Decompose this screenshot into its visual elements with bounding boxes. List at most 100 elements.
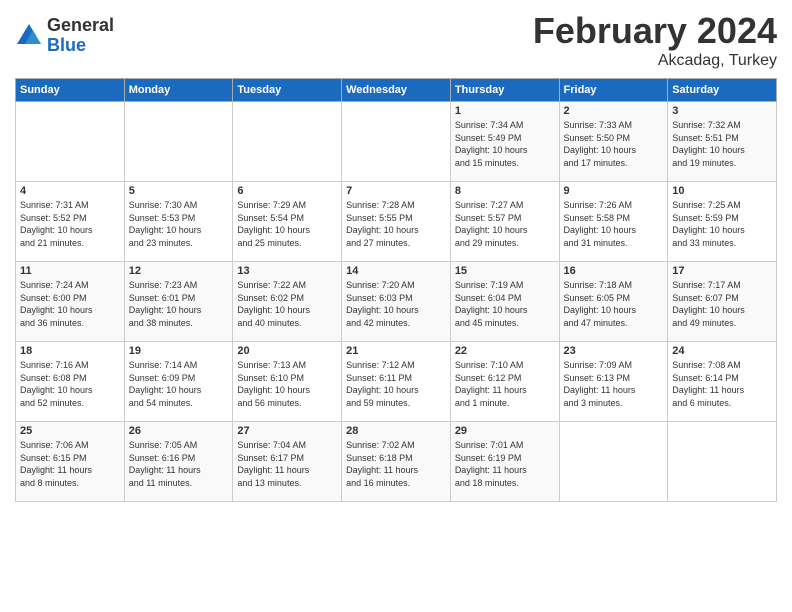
location: Akcadag, Turkey <box>533 52 777 70</box>
day-info: Sunrise: 7:32 AMSunset: 5:51 PMDaylight:… <box>672 119 772 169</box>
day-info: Sunrise: 7:34 AMSunset: 5:49 PMDaylight:… <box>455 119 555 169</box>
calendar-cell: 6 Sunrise: 7:29 AMSunset: 5:54 PMDaylight… <box>233 182 342 262</box>
week-row-2: 4 Sunrise: 7:31 AMSunset: 5:52 PMDaylight… <box>16 182 777 262</box>
day-info: Sunrise: 7:08 AMSunset: 6:14 PMDaylight:… <box>672 359 772 409</box>
calendar-cell <box>342 102 451 182</box>
day-info: Sunrise: 7:14 AMSunset: 6:09 PMDaylight:… <box>129 359 229 409</box>
day-info: Sunrise: 7:24 AMSunset: 6:00 PMDaylight:… <box>20 279 120 329</box>
calendar-cell: 20 Sunrise: 7:13 AMSunset: 6:10 PMDayligh… <box>233 342 342 422</box>
calendar-cell: 9Sunrise: 7:26 AMSunset: 5:58 PMDaylight… <box>559 182 668 262</box>
header-sunday: Sunday <box>16 79 125 102</box>
day-info: Sunrise: 7:29 AMSunset: 5:54 PMDaylight:… <box>237 199 337 249</box>
header-tuesday: Tuesday <box>233 79 342 102</box>
day-number: 16 <box>564 265 664 277</box>
day-info: Sunrise: 7:10 AMSunset: 6:12 PMDaylight:… <box>455 359 555 409</box>
calendar-cell <box>559 422 668 502</box>
calendar-cell <box>16 102 125 182</box>
calendar-cell: 25 Sunrise: 7:06 AMSunset: 6:15 PMDayligh… <box>16 422 125 502</box>
day-info: Sunrise: 7:09 AMSunset: 6:13 PMDaylight:… <box>564 359 664 409</box>
day-info: Sunrise: 7:33 AMSunset: 5:50 PMDaylight:… <box>564 119 664 169</box>
calendar-cell: 1Sunrise: 7:34 AMSunset: 5:49 PMDaylight… <box>450 102 559 182</box>
day-number: 24 <box>672 345 772 357</box>
day-number: 29 <box>455 425 555 437</box>
day-number: 20 <box>237 345 337 357</box>
day-number: 7 <box>346 185 446 197</box>
week-row-5: 25 Sunrise: 7:06 AMSunset: 6:15 PMDayligh… <box>16 422 777 502</box>
day-info: Sunrise: 7:06 AMSunset: 6:15 PMDaylight:… <box>20 439 120 489</box>
day-info: Sunrise: 7:20 AMSunset: 6:03 PMDaylight:… <box>346 279 446 329</box>
calendar-cell: 19 Sunrise: 7:14 AMSunset: 6:09 PMDayligh… <box>124 342 233 422</box>
calendar-cell: 10 Sunrise: 7:25 AMSunset: 5:59 PMDayligh… <box>668 182 777 262</box>
day-number: 10 <box>672 185 772 197</box>
day-info: Sunrise: 7:25 AMSunset: 5:59 PMDaylight:… <box>672 199 772 249</box>
calendar-cell: 12Sunrise: 7:23 AMSunset: 6:01 PMDayligh… <box>124 262 233 342</box>
day-number: 25 <box>20 425 120 437</box>
header-monday: Monday <box>124 79 233 102</box>
day-number: 27 <box>237 425 337 437</box>
day-info: Sunrise: 7:18 AMSunset: 6:05 PMDaylight:… <box>564 279 664 329</box>
header-thursday: Thursday <box>450 79 559 102</box>
logo-icon <box>15 22 43 50</box>
logo-text: General Blue <box>47 16 114 56</box>
logo: General Blue <box>15 16 114 56</box>
day-info: Sunrise: 7:27 AMSunset: 5:57 PMDaylight:… <box>455 199 555 249</box>
day-number: 17 <box>672 265 772 277</box>
calendar-cell: 17 Sunrise: 7:17 AMSunset: 6:07 PMDayligh… <box>668 262 777 342</box>
calendar-cell: 4 Sunrise: 7:31 AMSunset: 5:52 PMDaylight… <box>16 182 125 262</box>
calendar-cell: 22 Sunrise: 7:10 AMSunset: 6:12 PMDayligh… <box>450 342 559 422</box>
calendar-cell: 5 Sunrise: 7:30 AMSunset: 5:53 PMDaylight… <box>124 182 233 262</box>
calendar-cell: 28 Sunrise: 7:02 AMSunset: 6:18 PMDayligh… <box>342 422 451 502</box>
day-number: 4 <box>20 185 120 197</box>
day-info: Sunrise: 7:04 AMSunset: 6:17 PMDaylight:… <box>237 439 337 489</box>
calendar-cell: 7 Sunrise: 7:28 AMSunset: 5:55 PMDaylight… <box>342 182 451 262</box>
day-info: Sunrise: 7:28 AMSunset: 5:55 PMDaylight:… <box>346 199 446 249</box>
month-title: February 2024 <box>533 10 777 52</box>
day-number: 19 <box>129 345 229 357</box>
day-number: 28 <box>346 425 446 437</box>
calendar-cell: 24 Sunrise: 7:08 AMSunset: 6:14 PMDayligh… <box>668 342 777 422</box>
calendar-cell: 23Sunrise: 7:09 AMSunset: 6:13 PMDayligh… <box>559 342 668 422</box>
day-info: Sunrise: 7:30 AMSunset: 5:53 PMDaylight:… <box>129 199 229 249</box>
day-info: Sunrise: 7:31 AMSunset: 5:52 PMDaylight:… <box>20 199 120 249</box>
calendar-cell <box>233 102 342 182</box>
day-info: Sunrise: 7:19 AMSunset: 6:04 PMDaylight:… <box>455 279 555 329</box>
day-number: 5 <box>129 185 229 197</box>
day-number: 21 <box>346 345 446 357</box>
calendar-cell: 14 Sunrise: 7:20 AMSunset: 6:03 PMDayligh… <box>342 262 451 342</box>
day-info: Sunrise: 7:26 AMSunset: 5:58 PMDaylight:… <box>564 199 664 249</box>
page-header: General Blue February 2024 Akcadag, Turk… <box>15 10 777 70</box>
day-info: Sunrise: 7:13 AMSunset: 6:10 PMDaylight:… <box>237 359 337 409</box>
header-friday: Friday <box>559 79 668 102</box>
calendar-cell <box>668 422 777 502</box>
day-number: 8 <box>455 185 555 197</box>
day-info: Sunrise: 7:02 AMSunset: 6:18 PMDaylight:… <box>346 439 446 489</box>
day-info: Sunrise: 7:22 AMSunset: 6:02 PMDaylight:… <box>237 279 337 329</box>
calendar-cell <box>124 102 233 182</box>
day-number: 11 <box>20 265 120 277</box>
header-saturday: Saturday <box>668 79 777 102</box>
logo-general: General <box>47 16 114 36</box>
title-block: February 2024 Akcadag, Turkey <box>533 10 777 70</box>
calendar-cell: 2 Sunrise: 7:33 AMSunset: 5:50 PMDaylight… <box>559 102 668 182</box>
calendar-cell: 15Sunrise: 7:19 AMSunset: 6:04 PMDayligh… <box>450 262 559 342</box>
day-number: 6 <box>237 185 337 197</box>
calendar-cell: 18 Sunrise: 7:16 AMSunset: 6:08 PMDayligh… <box>16 342 125 422</box>
calendar-cell: 13 Sunrise: 7:22 AMSunset: 6:02 PMDayligh… <box>233 262 342 342</box>
calendar-cell: 21Sunrise: 7:12 AMSunset: 6:11 PMDayligh… <box>342 342 451 422</box>
day-number: 26 <box>129 425 229 437</box>
day-number: 2 <box>564 105 664 117</box>
day-number: 13 <box>237 265 337 277</box>
day-info: Sunrise: 7:16 AMSunset: 6:08 PMDaylight:… <box>20 359 120 409</box>
day-info: Sunrise: 7:17 AMSunset: 6:07 PMDaylight:… <box>672 279 772 329</box>
day-number: 22 <box>455 345 555 357</box>
week-row-1: 1Sunrise: 7:34 AMSunset: 5:49 PMDaylight… <box>16 102 777 182</box>
week-row-3: 11 Sunrise: 7:24 AMSunset: 6:00 PMDayligh… <box>16 262 777 342</box>
logo-blue: Blue <box>47 36 114 56</box>
calendar-cell: 27 Sunrise: 7:04 AMSunset: 6:17 PMDayligh… <box>233 422 342 502</box>
day-number: 14 <box>346 265 446 277</box>
day-number: 12 <box>129 265 229 277</box>
calendar-cell: 29Sunrise: 7:01 AMSunset: 6:19 PMDayligh… <box>450 422 559 502</box>
calendar-cell: 16 Sunrise: 7:18 AMSunset: 6:05 PMDayligh… <box>559 262 668 342</box>
calendar-table: SundayMondayTuesdayWednesdayThursdayFrid… <box>15 78 777 502</box>
day-number: 18 <box>20 345 120 357</box>
